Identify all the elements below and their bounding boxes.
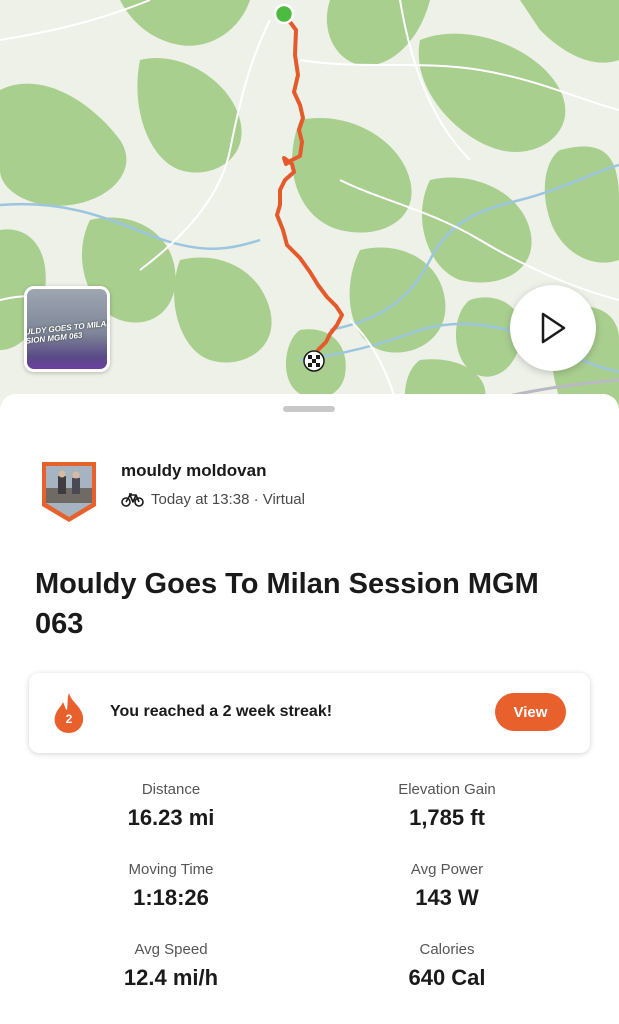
stat-distance: Distance 16.23 mi xyxy=(71,781,271,831)
stat-value: 12.4 mi/h xyxy=(123,965,219,990)
view-streak-button[interactable]: View xyxy=(495,693,566,731)
activity-details-sheet: mouldy moldovan Today at 13:38 · Virtual… xyxy=(0,394,619,1024)
streak-count: 2 xyxy=(65,712,73,726)
stat-value: 1,785 ft xyxy=(409,805,485,830)
stat-value: 640 Cal xyxy=(408,965,486,990)
stat-value: 16.23 mi xyxy=(127,805,215,830)
finish-flag-icon xyxy=(303,350,325,372)
stat-label: Distance xyxy=(141,781,201,798)
play-flyover-button[interactable] xyxy=(510,285,596,371)
bicycle-icon xyxy=(121,493,144,507)
stat-label: Avg Speed xyxy=(134,941,208,958)
stat-label: Avg Power xyxy=(410,861,484,878)
stat-avg-speed: Avg Speed 12.4 mi/h xyxy=(71,941,271,991)
stat-label: Calories xyxy=(419,941,475,958)
activity-title: Mouldy Goes To Milan Session MGM 063 xyxy=(35,568,539,640)
stat-label: Elevation Gain xyxy=(398,781,496,798)
drag-handle[interactable] xyxy=(283,406,335,412)
stat-calories: Calories 640 Cal xyxy=(347,941,547,991)
thumbnail-caption: ULDY GOES TO MILAN SION MGM 063 xyxy=(24,318,110,346)
start-marker xyxy=(273,3,295,25)
play-icon xyxy=(541,312,566,344)
activity-datetime: Today at 13:38 · Virtual xyxy=(151,491,305,508)
stat-moving-time: Moving Time 1:18:26 xyxy=(71,861,271,911)
activity-photo-thumbnail[interactable]: ULDY GOES TO MILAN SION MGM 063 xyxy=(24,286,110,372)
athlete-avatar[interactable] xyxy=(40,460,98,524)
athlete-name[interactable]: mouldy moldovan xyxy=(121,461,266,481)
streak-card[interactable]: 2 You reached a 2 week streak! View xyxy=(29,673,590,753)
stat-value: 1:18:26 xyxy=(133,885,209,910)
route-map[interactable]: ULDY GOES TO MILAN SION MGM 063 xyxy=(0,0,619,420)
streak-message: You reached a 2 week streak! xyxy=(110,703,333,720)
stat-label: Moving Time xyxy=(128,861,214,878)
stat-avg-power: Avg Power 143 W xyxy=(347,861,547,911)
stat-elevation-gain: Elevation Gain 1,785 ft xyxy=(347,781,547,831)
activity-meta: Today at 13:38 · Virtual xyxy=(121,491,305,508)
stat-value: 143 W xyxy=(415,885,479,910)
